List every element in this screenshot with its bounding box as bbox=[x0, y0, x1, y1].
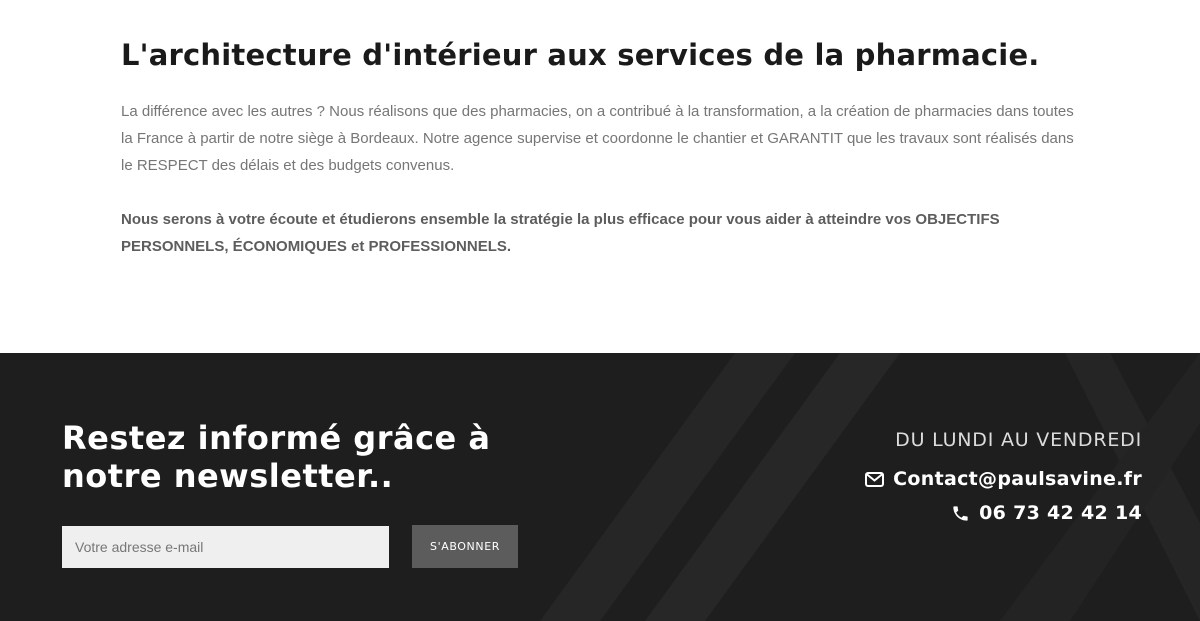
opening-hours: DU LUNDI AU VENDREDI bbox=[895, 429, 1142, 451]
about-paragraph: La différence avec les autres ? Nous réa… bbox=[121, 103, 1074, 174]
envelope-icon bbox=[864, 469, 884, 489]
phone-icon bbox=[950, 503, 970, 523]
footer: Restez informé grâce à notre newsletter.… bbox=[0, 353, 1200, 621]
about-emphasis: Nous serons à votre écoute et étudierons… bbox=[121, 211, 1000, 255]
newsletter-email-input[interactable] bbox=[62, 526, 389, 568]
about-title: L'architecture d'intérieur aux services … bbox=[121, 38, 1040, 72]
newsletter-title: Restez informé grâce à notre newsletter.… bbox=[62, 419, 491, 495]
contact-phone-link[interactable]: 06 73 42 42 14 bbox=[950, 502, 1142, 524]
subscribe-button[interactable]: S'ABONNER bbox=[412, 525, 518, 568]
contact-email-link[interactable]: Contact@paulsavine.fr bbox=[864, 468, 1142, 490]
contact-phone-text: 06 73 42 42 14 bbox=[979, 502, 1142, 524]
about-section: L'architecture d'intérieur aux services … bbox=[0, 0, 1200, 353]
contact-email-text: Contact@paulsavine.fr bbox=[893, 468, 1142, 490]
